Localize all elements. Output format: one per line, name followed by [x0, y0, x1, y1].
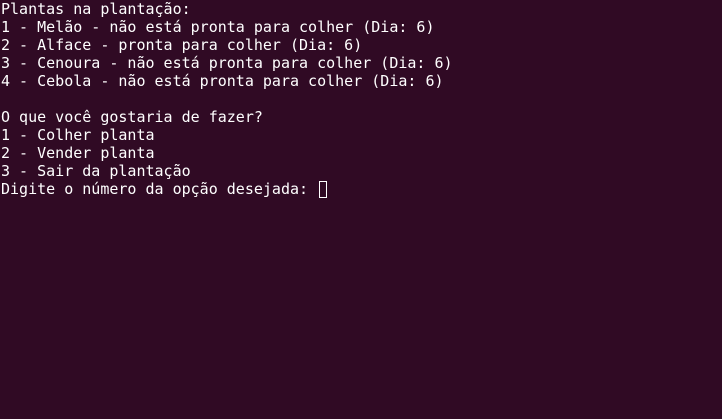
- menu-question: O que você gostaria de fazer?: [1, 108, 263, 126]
- plant-item-melao: 1 - Melão - não está pronta para colher …: [1, 18, 435, 36]
- input-prompt-line[interactable]: Digite o número da opção desejada:: [1, 180, 722, 198]
- plant-item-alface: 2 - Alface - pronta para colher (Dia: 6): [1, 36, 363, 54]
- plants-header: Plantas na plantação:: [1, 0, 191, 18]
- input-prompt: Digite o número da opção desejada:: [1, 180, 318, 198]
- terminal-cursor[interactable]: [319, 180, 328, 198]
- plant-item-cenoura: 3 - Cenoura - não está pronta para colhe…: [1, 54, 453, 72]
- menu-option-exit: 3 - Sair da plantação: [1, 162, 191, 180]
- menu-option-sell: 2 - Vender planta: [1, 144, 155, 162]
- plant-item-cebola: 4 - Cebola - não está pronta para colher…: [1, 72, 444, 90]
- menu-option-harvest: 1 - Colher planta: [1, 126, 155, 144]
- terminal-window[interactable]: Plantas na plantação: 1 - Melão - não es…: [0, 0, 722, 419]
